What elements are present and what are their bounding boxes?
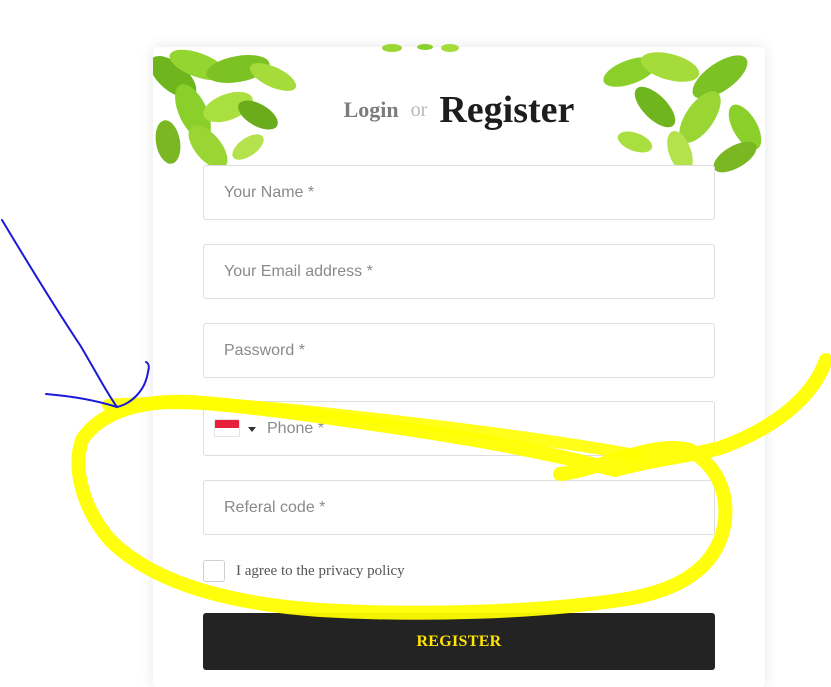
password-field [203, 323, 715, 378]
phone-field [203, 401, 715, 456]
privacy-label[interactable]: I agree to the privacy policy [236, 563, 405, 580]
email-field [203, 244, 715, 299]
phone-input[interactable] [204, 402, 714, 455]
password-input[interactable] [204, 324, 714, 377]
email-input[interactable] [204, 245, 714, 298]
referral-field [203, 480, 715, 535]
register-title: Register [439, 89, 575, 131]
login-tab[interactable]: Login [344, 97, 399, 122]
name-input[interactable] [204, 166, 714, 219]
blue-arrow-annotation [1, 219, 150, 408]
name-field [203, 165, 715, 220]
sg-flag-icon[interactable] [214, 419, 240, 437]
or-separator: or [410, 98, 428, 121]
register-button[interactable]: REGISTER [203, 613, 715, 670]
form-heading: Login or Register [153, 88, 765, 132]
privacy-checkbox[interactable] [203, 560, 225, 582]
chevron-down-icon[interactable] [248, 427, 256, 432]
referral-input[interactable] [204, 481, 714, 534]
